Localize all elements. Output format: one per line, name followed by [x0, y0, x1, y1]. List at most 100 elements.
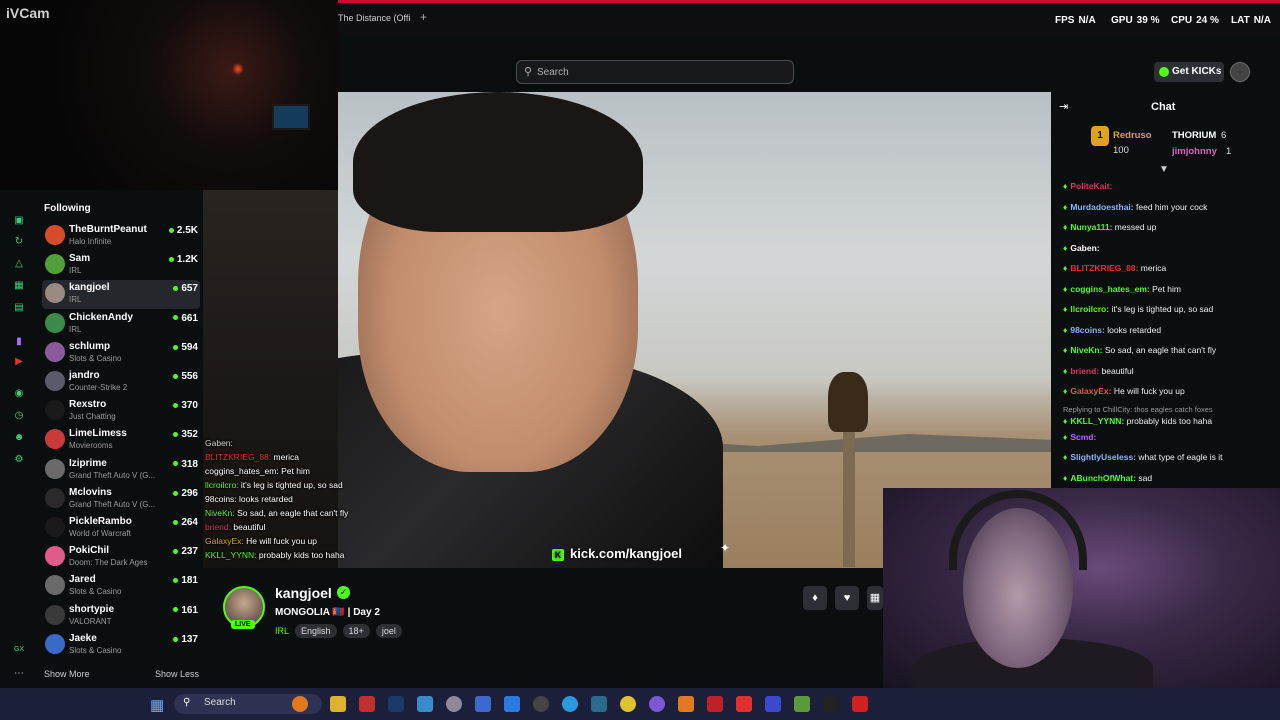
- chat-message[interactable]: ♦ SlightlyUseless: what type of eagle is …: [1063, 447, 1277, 468]
- chat-username[interactable]: coggins_hates_em:: [1070, 284, 1149, 294]
- notification-bell-button[interactable]: ♦: [803, 586, 827, 610]
- following-item[interactable]: schlump Slots & Casino 594: [42, 339, 200, 368]
- file-explorer-icon[interactable]: [330, 696, 346, 712]
- chat-username[interactable]: PoliteKait:: [1070, 181, 1112, 191]
- chat-message[interactable]: ♦ Gaben:: [1063, 238, 1277, 259]
- chat-username[interactable]: BLITZKRIEG_88:: [1070, 263, 1138, 273]
- gift-button[interactable]: ▦: [867, 586, 883, 610]
- following-item[interactable]: PokiChil Doom: The Dark Ages 237: [42, 543, 200, 572]
- twitch-icon[interactable]: ▮: [12, 336, 26, 350]
- chat-username[interactable]: llcroilcro:: [1070, 304, 1109, 314]
- following-item[interactable]: PickleRambo World of Warcraft 264: [42, 514, 200, 543]
- photos-icon[interactable]: [417, 696, 433, 712]
- chat-username[interactable]: Nunya111:: [1070, 222, 1112, 232]
- chat-username[interactable]: Gaben:: [1070, 243, 1099, 253]
- gx-icon[interactable]: GX: [12, 646, 26, 660]
- chat-username[interactable]: briend:: [1070, 366, 1099, 376]
- chat-username[interactable]: NiveKn:: [1070, 345, 1102, 355]
- category-link[interactable]: IRL: [275, 624, 289, 638]
- following-item[interactable]: Jaeke Slots & Casino 137: [42, 631, 200, 660]
- gifter-name[interactable]: Redruso: [1113, 130, 1152, 141]
- opera-gx-icon[interactable]: [707, 696, 723, 712]
- acrobat-icon[interactable]: [852, 696, 868, 712]
- chat-message[interactable]: ♦ briend: beautiful: [1063, 361, 1277, 382]
- chat-message[interactable]: ♦ Scmd:: [1063, 427, 1277, 448]
- clip-icon[interactable]: ▤: [12, 302, 26, 316]
- more-icon[interactable]: ⋯: [12, 668, 26, 682]
- new-tab-button[interactable]: +: [420, 10, 427, 24]
- show-more-button[interactable]: Show More: [44, 669, 90, 679]
- record-icon[interactable]: ◉: [12, 388, 26, 402]
- gifter-name[interactable]: jimjohnny: [1172, 146, 1217, 157]
- chat-username[interactable]: ABunchOfWhat:: [1070, 473, 1136, 483]
- clock-icon[interactable]: ◷: [12, 410, 26, 424]
- chat-message[interactable]: ♦ PoliteKait:: [1063, 176, 1277, 197]
- chat-message[interactable]: ♦ BLITZKRIEG_88: merica: [1063, 258, 1277, 279]
- app-icon[interactable]: [562, 696, 578, 712]
- app-icon[interactable]: [794, 696, 810, 712]
- browse-icon[interactable]: ▣: [12, 215, 26, 229]
- chat-username[interactable]: Scmd:: [1070, 432, 1096, 442]
- show-less-button[interactable]: Show Less: [155, 669, 199, 679]
- chrome-icon[interactable]: [620, 696, 636, 712]
- app-icon[interactable]: [736, 696, 752, 712]
- following-item[interactable]: Rexstro Just Chatting 370: [42, 397, 200, 426]
- app-icon[interactable]: [649, 696, 665, 712]
- chat-message[interactable]: ♦ NiveKn: So sad, an eagle that can't fly: [1063, 340, 1277, 361]
- following-item[interactable]: TheBurntPeanut Halo Infinite 2.5K: [42, 222, 200, 251]
- chat-username[interactable]: GalaxyEx:: [1070, 386, 1111, 396]
- following-item[interactable]: Mclovins Grand Theft Auto V (G... 296: [42, 485, 200, 514]
- gifter-name[interactable]: THORIUM: [1172, 130, 1216, 141]
- refresh-icon[interactable]: ↻: [12, 236, 26, 250]
- get-kicks-button[interactable]: Get KICKs: [1154, 62, 1224, 82]
- chat-message[interactable]: ♦ llcroilcro: it's leg is tighted up, so …: [1063, 299, 1277, 320]
- vlc-icon[interactable]: [678, 696, 694, 712]
- app-icon[interactable]: [359, 696, 375, 712]
- chat-message[interactable]: ♦ GalaxyEx: He will fuck you up: [1063, 381, 1277, 402]
- weather-icon[interactable]: [292, 696, 308, 712]
- follow-heart-button[interactable]: ♥: [835, 586, 859, 610]
- windows-start-icon[interactable]: ▦: [150, 696, 164, 714]
- chat-username[interactable]: SlightlyUseless:: [1070, 452, 1136, 462]
- tag-chip[interactable]: 18+: [342, 624, 370, 638]
- search-input[interactable]: [537, 64, 777, 80]
- app-icon[interactable]: [504, 696, 520, 712]
- epic-games-icon[interactable]: [823, 696, 839, 712]
- collapse-chat-icon[interactable]: ⇥: [1059, 100, 1068, 113]
- steam-icon[interactable]: [388, 696, 404, 712]
- following-item[interactable]: kangjoel IRL 657: [42, 280, 200, 310]
- chat-username[interactable]: KKLL_YYNN:: [1070, 416, 1124, 426]
- chat-message[interactable]: ♦ Murdadoesthai: feed him your cock: [1063, 197, 1277, 218]
- following-item[interactable]: jandro Counter-Strike 2 556: [42, 368, 200, 397]
- search-box[interactable]: ⚲: [516, 60, 794, 84]
- chat-message[interactable]: ♦ 98coins: looks retarded: [1063, 320, 1277, 341]
- settings-icon[interactable]: ⚙: [12, 454, 26, 468]
- app-icon[interactable]: [765, 696, 781, 712]
- app-icon[interactable]: [446, 696, 462, 712]
- following-item[interactable]: shortypie VALORANT 161: [42, 602, 200, 631]
- people-icon[interactable]: ☻: [12, 432, 26, 446]
- following-item[interactable]: Sam IRL 1.2K: [42, 251, 200, 280]
- following-item[interactable]: LimeLimess Movierooms 352: [42, 426, 200, 455]
- app-icon[interactable]: [533, 696, 549, 712]
- category-icon[interactable]: ▦: [12, 280, 26, 294]
- chat-message[interactable]: ♦ coggins_hates_em: Pet him: [1063, 279, 1277, 300]
- expand-gifters-icon[interactable]: ▼: [1159, 164, 1169, 175]
- following-item[interactable]: Jared Slots & Casino 181: [42, 572, 200, 601]
- tag-chip[interactable]: joel: [375, 624, 402, 638]
- app-icon[interactable]: [591, 696, 607, 712]
- gamepad-icon[interactable]: △: [12, 258, 26, 272]
- following-item[interactable]: ChickenAndy IRL 661: [42, 310, 200, 339]
- chat-username[interactable]: Murdadoesthai:: [1070, 202, 1133, 212]
- youtube-icon[interactable]: ▶: [12, 356, 26, 370]
- channel-name[interactable]: kangjoel: [275, 585, 332, 601]
- browser-tab[interactable]: The Distance (Offi: [338, 13, 410, 23]
- user-avatar[interactable]: [1230, 62, 1250, 82]
- chat-username[interactable]: 98coins:: [1070, 325, 1105, 335]
- following-item[interactable]: Iziprime Grand Theft Auto V (G... 318: [42, 456, 200, 485]
- tag-chip[interactable]: English: [295, 624, 337, 638]
- chat-message[interactable]: ♦ KKLL_YYNN: probably kids too haha: [1063, 415, 1277, 427]
- app-icon[interactable]: [475, 696, 491, 712]
- chat-message[interactable]: ♦ Nunya111: messed up: [1063, 217, 1277, 238]
- chat-message[interactable]: ♦ ABunchOfWhat: sad: [1063, 468, 1277, 489]
